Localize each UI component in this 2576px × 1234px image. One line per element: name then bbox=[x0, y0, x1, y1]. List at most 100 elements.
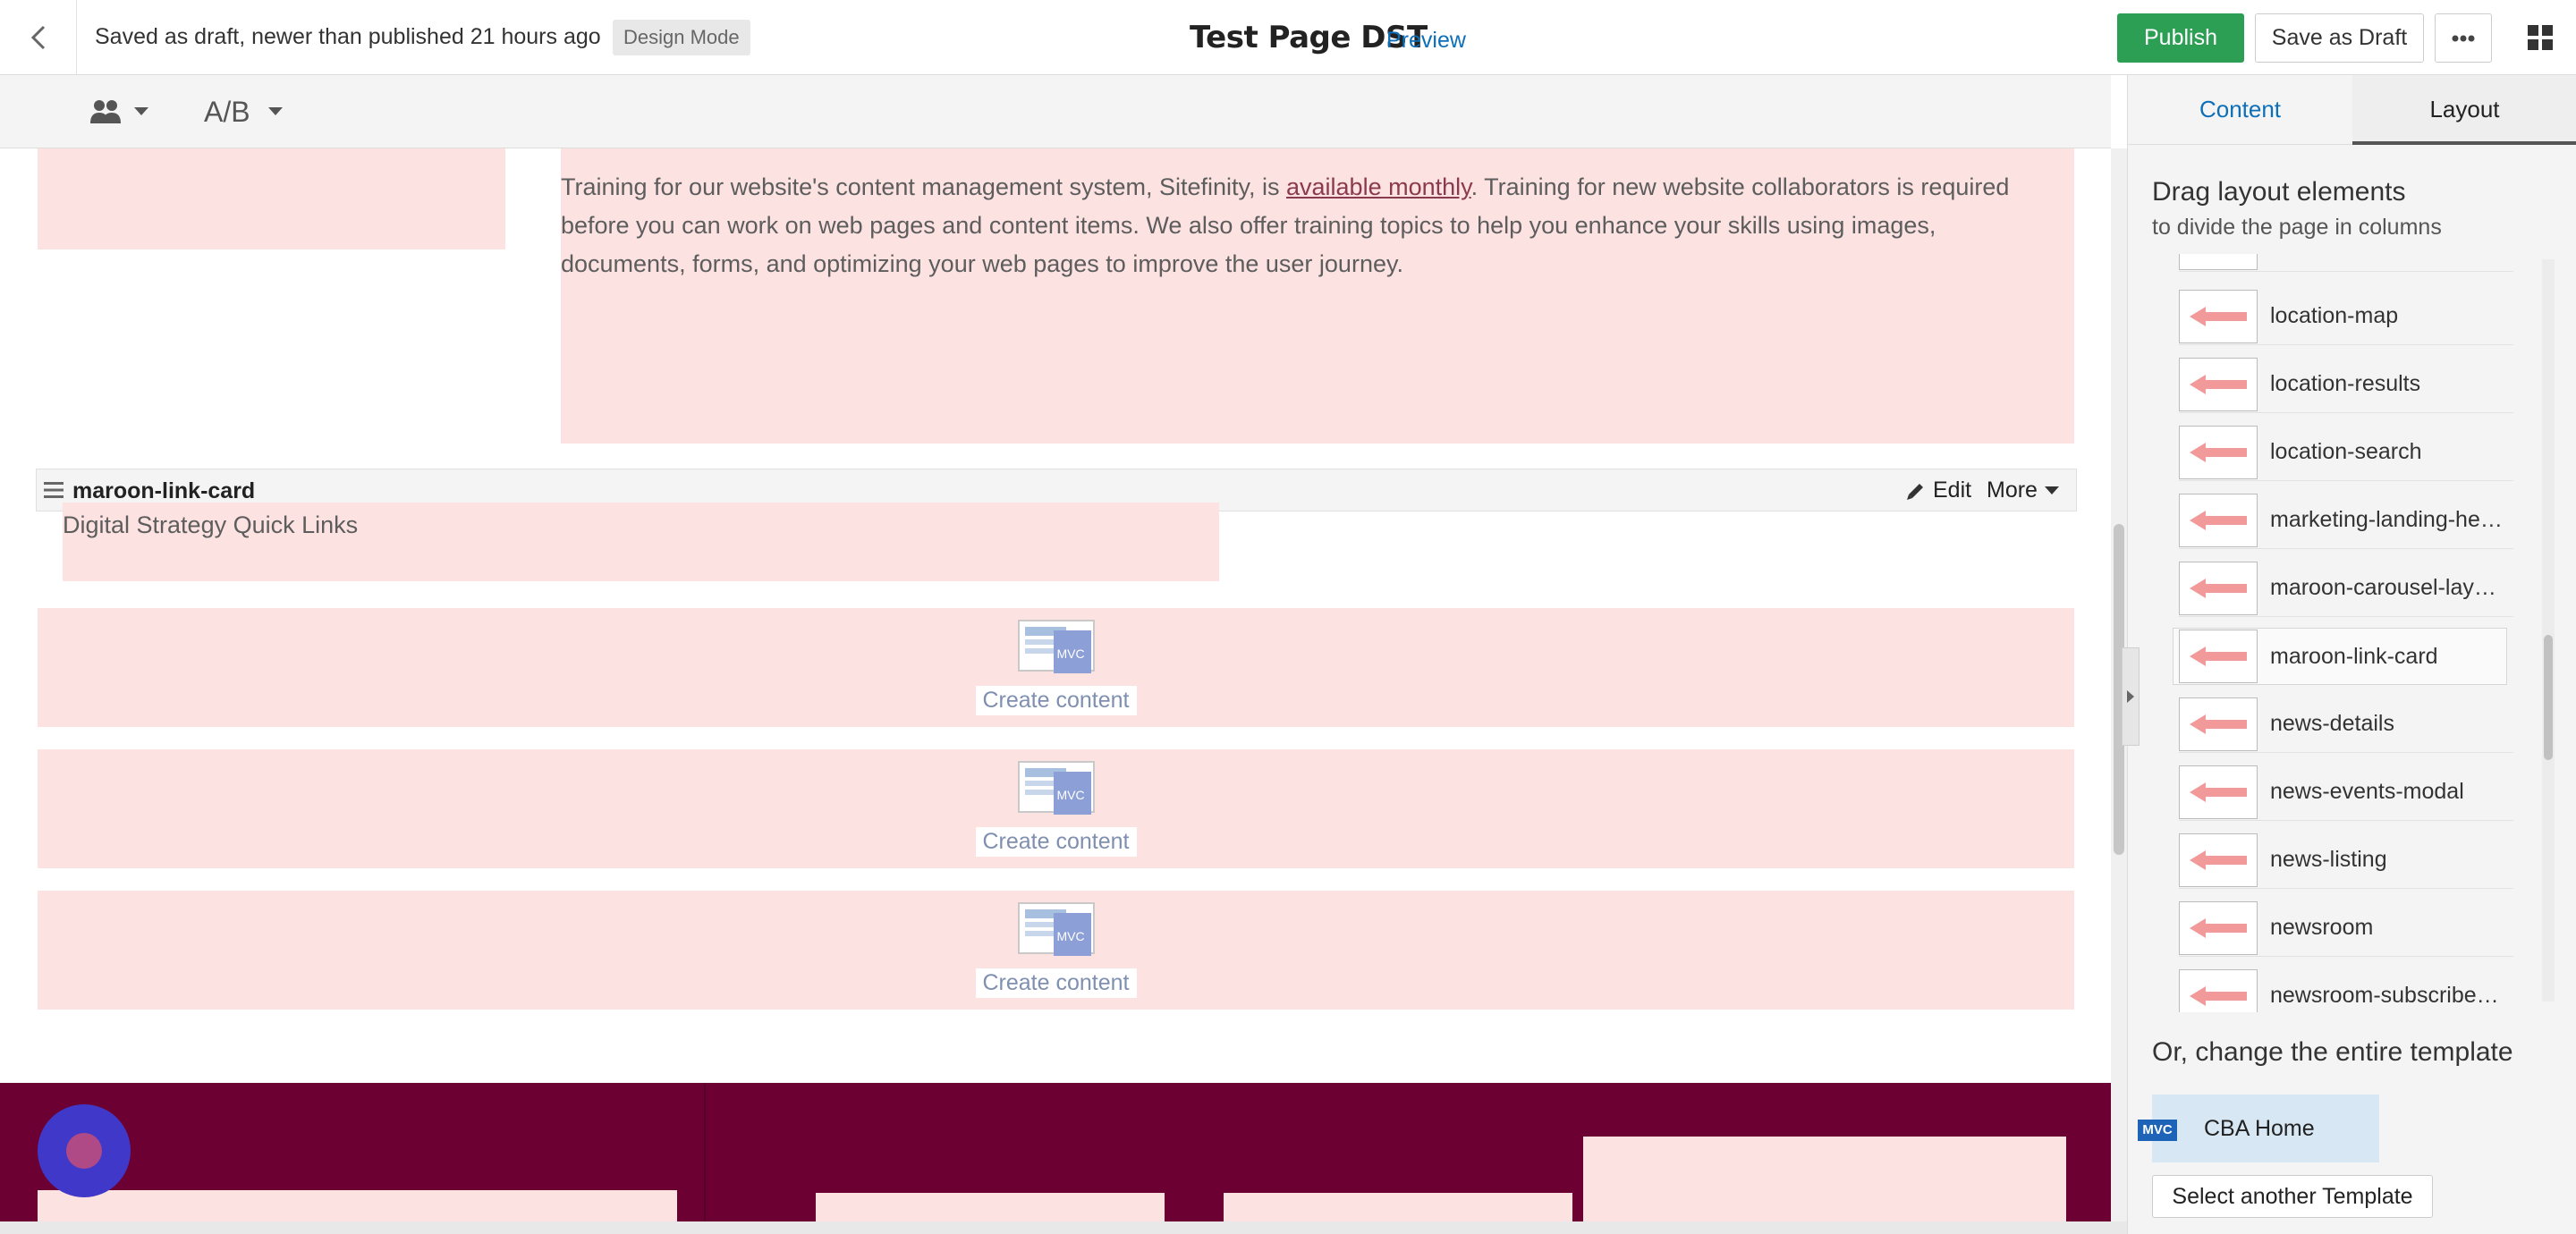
drag-handle-icon[interactable] bbox=[44, 481, 64, 499]
layout-thumbnail bbox=[2179, 254, 2258, 270]
tab-layout[interactable]: Layout bbox=[2352, 75, 2576, 145]
top-bar: Saved as draft, newer than published 21 … bbox=[0, 0, 2576, 75]
save-status-text: Saved as draft, newer than published 21 … bbox=[95, 24, 601, 49]
mvc-widget-icon: MVC bbox=[1017, 902, 1095, 959]
tab-content[interactable]: Content bbox=[2128, 75, 2352, 145]
apps-menu-button[interactable] bbox=[2504, 0, 2576, 75]
layout-item-label: location-map bbox=[2270, 303, 2399, 328]
sidebar-collapse-handle[interactable] bbox=[2122, 647, 2140, 746]
layout-item[interactable]: location-search bbox=[2179, 424, 2513, 481]
layout-item[interactable]: location-map bbox=[2179, 288, 2513, 345]
layout-heading: Drag layout elements bbox=[2152, 177, 2406, 207]
layout-item[interactable]: maroon-carousel-lay… bbox=[2179, 560, 2513, 617]
mvc-widget-icon: MVC bbox=[1017, 761, 1095, 818]
widget-name: maroon-link-card bbox=[72, 478, 256, 503]
drag-arrow-icon bbox=[2179, 561, 2258, 615]
caret-down-icon bbox=[134, 107, 148, 115]
layout-item-label: newsroom-subscribe-… bbox=[2270, 983, 2504, 1008]
chevron-left-icon bbox=[30, 25, 45, 50]
drag-arrow-icon bbox=[2179, 697, 2258, 751]
mvc-widget-icon: MVC bbox=[1017, 620, 1095, 677]
footer-placeholder[interactable] bbox=[1583, 1137, 2066, 1221]
more-label: More bbox=[1987, 478, 2038, 503]
select-another-template-button[interactable]: Select another Template bbox=[2152, 1175, 2433, 1218]
layout-subheading: to divide the page in columns bbox=[2152, 215, 2442, 240]
widget-more-button[interactable]: More bbox=[1987, 478, 2059, 503]
layout-item-label: maroon-link-card bbox=[2270, 643, 2438, 669]
create-content-block[interactable]: MVC Create content bbox=[38, 891, 2074, 1010]
pencil-icon bbox=[1907, 483, 1923, 500]
caret-down-icon bbox=[267, 107, 283, 115]
footer-placeholder[interactable] bbox=[38, 1190, 677, 1221]
layout-item-label: marketing-landing-he… bbox=[2270, 507, 2503, 532]
drag-arrow-icon bbox=[2179, 425, 2258, 479]
content-block-training[interactable]: Training for our website's content manag… bbox=[561, 148, 2074, 444]
users-icon bbox=[90, 100, 121, 123]
layout-item[interactable]: news-events-modal bbox=[2179, 764, 2513, 821]
create-content-link[interactable]: Create content bbox=[975, 686, 1137, 715]
layout-item-label: news-listing bbox=[2270, 847, 2387, 872]
layout-item[interactable]: news-listing bbox=[2179, 832, 2513, 889]
layout-item-partial[interactable] bbox=[2179, 254, 2513, 272]
design-mode-badge: Design Mode bbox=[613, 20, 750, 55]
layout-item-label: news-events-modal bbox=[2270, 779, 2464, 804]
layout-item-label: maroon-carousel-lay… bbox=[2270, 575, 2496, 600]
layout-item-label: newsroom bbox=[2270, 915, 2374, 940]
layout-list-scrollbar[interactable] bbox=[2542, 259, 2555, 1002]
create-content-block[interactable]: MVC Create content bbox=[38, 749, 2074, 868]
feedback-launcher-button[interactable] bbox=[38, 1104, 131, 1197]
feedback-icon bbox=[66, 1133, 102, 1169]
create-content-link[interactable]: Create content bbox=[975, 968, 1137, 998]
create-content-link[interactable]: Create content bbox=[975, 827, 1137, 857]
training-paragraph: Training for our website's content manag… bbox=[561, 173, 2010, 277]
layout-item[interactable]: newsroom bbox=[2179, 900, 2513, 957]
layout-item-label: news-details bbox=[2270, 711, 2394, 736]
ellipsis-icon bbox=[2452, 35, 2475, 41]
widget-heading[interactable]: Digital Strategy Quick Links bbox=[63, 503, 1219, 581]
ab-test-dropdown[interactable]: A/B bbox=[204, 93, 283, 131]
layout-item-selected[interactable]: maroon-link-card bbox=[2173, 628, 2507, 685]
footer-placeholder[interactable] bbox=[816, 1193, 1165, 1221]
drag-arrow-icon bbox=[2179, 765, 2258, 819]
footer-placeholder[interactable] bbox=[1224, 1193, 1572, 1221]
layout-elements-list: location-map location-results location-s… bbox=[2128, 254, 2557, 1012]
preview-link[interactable]: Preview bbox=[1386, 28, 1466, 54]
widget-edit-button[interactable]: Edit bbox=[1906, 478, 1971, 503]
layout-item[interactable]: newsroom-subscribe-… bbox=[2179, 968, 2513, 1012]
drag-arrow-icon bbox=[2179, 900, 2258, 955]
publish-button[interactable]: Publish bbox=[2117, 13, 2244, 63]
page-canvas: Training for our website's content manag… bbox=[0, 148, 2111, 1221]
save-as-draft-button[interactable]: Save as Draft bbox=[2255, 13, 2424, 63]
placeholder-column[interactable] bbox=[38, 148, 505, 249]
back-button[interactable] bbox=[0, 0, 77, 75]
mvc-tag: MVC bbox=[1056, 929, 1085, 943]
sidebar-tabs: Content Layout bbox=[2128, 75, 2576, 145]
drag-arrow-icon bbox=[2179, 357, 2258, 411]
available-monthly-link[interactable]: available monthly bbox=[1286, 173, 1471, 200]
ab-test-label: A/B bbox=[204, 95, 250, 128]
layout-item-label: location-search bbox=[2270, 439, 2422, 464]
layout-sidebar: Content Layout Drag layout elements to d… bbox=[2127, 75, 2576, 1234]
horizontal-scrollbar[interactable] bbox=[0, 1221, 2127, 1234]
layout-item[interactable]: news-details bbox=[2179, 696, 2513, 753]
mvc-tag: MVC bbox=[1056, 647, 1085, 661]
create-content-block[interactable]: MVC Create content bbox=[38, 608, 2074, 727]
personalization-dropdown[interactable] bbox=[89, 93, 148, 131]
layout-item[interactable]: location-results bbox=[2179, 356, 2513, 413]
editor-toolbar: A/B bbox=[0, 75, 2111, 148]
footer-divider bbox=[704, 1083, 706, 1221]
caret-down-icon bbox=[2044, 486, 2059, 494]
template-heading: Or, change the entire template bbox=[2152, 1037, 2513, 1067]
layout-item[interactable]: marketing-landing-he… bbox=[2179, 492, 2513, 549]
caret-right-icon bbox=[2127, 690, 2134, 703]
scrollbar-thumb[interactable] bbox=[2544, 635, 2553, 760]
drag-arrow-icon bbox=[2179, 630, 2258, 683]
template-name: CBA Home bbox=[2204, 1115, 2315, 1141]
edit-label: Edit bbox=[1933, 478, 1972, 503]
more-actions-button[interactable] bbox=[2435, 13, 2492, 63]
drag-arrow-icon bbox=[2179, 833, 2258, 887]
current-template-card[interactable]: MVC CBA Home bbox=[2138, 1095, 2379, 1162]
mvc-badge: MVC bbox=[2138, 1120, 2177, 1141]
drag-arrow-icon bbox=[2179, 493, 2258, 547]
drag-arrow-icon bbox=[2179, 289, 2258, 343]
